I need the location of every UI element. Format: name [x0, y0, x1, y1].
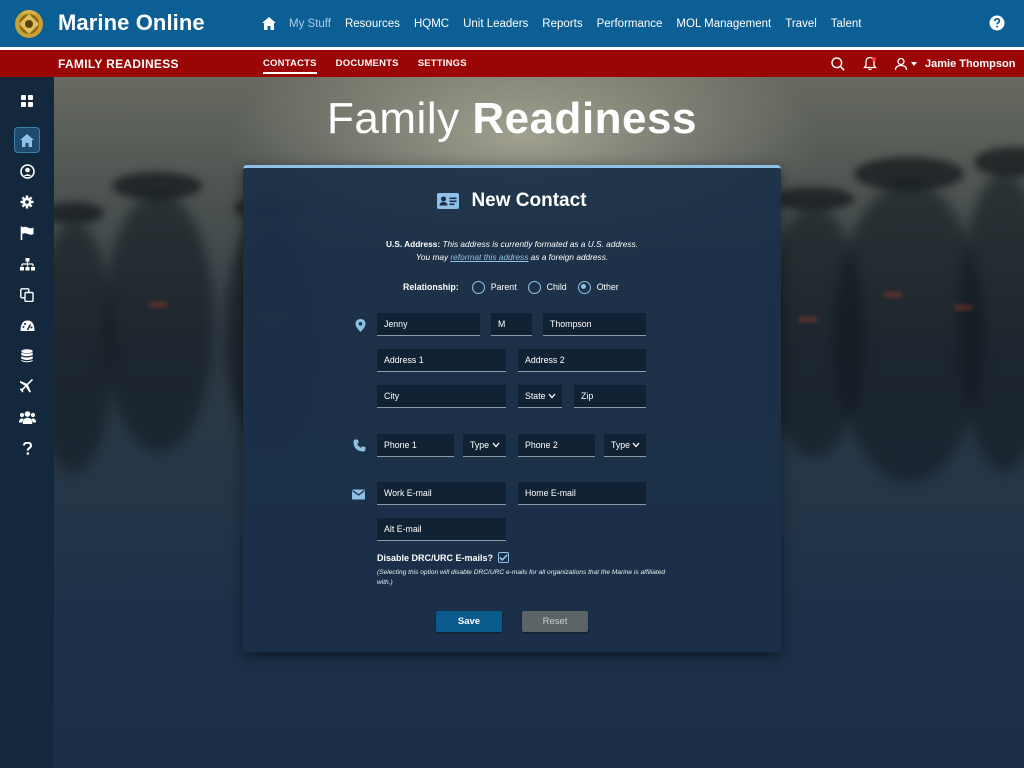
question-icon[interactable] — [14, 435, 40, 461]
users-icon[interactable] — [14, 404, 40, 430]
main-nav: My Stuff Resources HQMC Unit Leaders Rep… — [262, 0, 875, 47]
bell-alert-icon[interactable] — [862, 56, 878, 72]
radio-parent-label: Parent — [490, 282, 517, 292]
disable-emails-label: Disable DRC/URC E-mails? — [377, 552, 494, 563]
card-title: New Contact — [243, 190, 781, 212]
radio-parent[interactable] — [471, 280, 485, 294]
airplane-icon[interactable] — [14, 373, 40, 399]
address-note-text: This address is currently formated as a … — [440, 239, 638, 249]
address2-field[interactable]: Address 2 — [518, 349, 646, 372]
nav-mol-management[interactable]: MOL Management — [676, 18, 771, 30]
chevron-down-icon — [548, 393, 556, 399]
chevron-down-icon — [632, 442, 640, 448]
map-marker-icon — [355, 319, 366, 332]
dashboard-gauge-icon[interactable] — [14, 313, 40, 339]
disable-emails-note: (Selecting this option will disable DRC/… — [377, 569, 666, 586]
relationship-child-option[interactable]: Child — [527, 280, 567, 294]
radio-child-label: Child — [546, 282, 567, 292]
reformat-address-link[interactable]: reformat this address — [450, 252, 528, 262]
phone2-type-select[interactable]: Type — [604, 434, 646, 457]
database-icon[interactable] — [14, 343, 40, 369]
middle-initial-field[interactable]: M — [491, 313, 532, 336]
state-select[interactable]: State — [518, 385, 562, 408]
phone-icon — [353, 439, 366, 452]
relationship-other-option[interactable]: Other — [577, 280, 619, 294]
state-select-value: State — [525, 391, 546, 401]
nav-unit-leaders[interactable]: Unit Leaders — [463, 18, 528, 30]
relationship-label: Relationship: — [403, 282, 459, 292]
radio-other[interactable] — [577, 280, 591, 294]
module-bar: FAMILY READINESS CONTACTS DOCUMENTS SETT… — [0, 50, 1024, 77]
page-title-bold: Readiness — [472, 94, 697, 143]
gear-icon[interactable] — [14, 189, 40, 215]
caret-down-icon[interactable] — [911, 61, 917, 66]
phone2-type-value: Type — [611, 440, 631, 450]
disable-emails-checkbox[interactable] — [498, 552, 510, 563]
envelope-icon — [352, 489, 365, 500]
search-icon[interactable] — [830, 56, 846, 72]
copy-icon[interactable] — [14, 282, 40, 308]
address-format-note: U.S. Address: This address is currently … — [243, 238, 781, 264]
usmc-emblem-icon[interactable] — [11, 5, 47, 41]
page-title-light: Family — [327, 94, 460, 143]
phone1-type-value: Type — [470, 440, 490, 450]
phone1-field[interactable]: Phone 1 — [377, 434, 454, 457]
radio-other-label: Other — [596, 282, 619, 292]
nav-talent[interactable]: Talent — [831, 18, 862, 30]
left-sidebar — [0, 77, 54, 768]
checkmark-icon — [499, 554, 508, 561]
app-title[interactable]: Marine Online — [58, 10, 205, 36]
nav-resources[interactable]: Resources — [345, 18, 400, 30]
nav-reports[interactable]: Reports — [542, 18, 582, 30]
tab-settings[interactable]: SETTINGS — [418, 58, 467, 69]
phone1-type-select[interactable]: Type — [463, 434, 506, 457]
alt-email-field[interactable]: Alt E-mail — [377, 518, 506, 541]
top-navigation-bar: Marine Online My Stuff Resources HQMC Un… — [0, 0, 1024, 47]
org-chart-icon[interactable] — [14, 251, 40, 277]
tab-documents[interactable]: DOCUMENTS — [336, 58, 399, 69]
home-icon[interactable] — [262, 16, 278, 32]
new-contact-card: New Contact U.S. Address: This address i… — [243, 165, 781, 652]
user-circle-icon[interactable] — [14, 158, 40, 184]
city-field[interactable]: City — [377, 385, 506, 408]
work-email-field[interactable]: Work E-mail — [377, 482, 506, 505]
zip-field[interactable]: Zip — [574, 385, 646, 408]
nav-my-stuff[interactable]: My Stuff — [289, 18, 331, 30]
help-circle-icon[interactable] — [989, 15, 1005, 31]
address-note-post: as a foreign address. — [528, 252, 609, 262]
nav-travel[interactable]: Travel — [785, 18, 817, 30]
user-icon[interactable] — [893, 56, 909, 72]
nav-hqmc[interactable]: HQMC — [414, 18, 449, 30]
first-name-field[interactable]: Jenny — [377, 313, 480, 336]
address-note-pre: You may — [415, 252, 451, 262]
save-button[interactable]: Save — [436, 611, 502, 632]
relationship-parent-option[interactable]: Parent — [471, 280, 517, 294]
home-email-field[interactable]: Home E-mail — [518, 482, 646, 505]
flag-icon[interactable] — [14, 220, 40, 246]
contact-card-icon — [437, 193, 460, 209]
reset-button[interactable]: Reset — [522, 611, 588, 632]
address-note-label: U.S. Address: — [386, 239, 441, 249]
chevron-down-icon — [492, 442, 500, 448]
address1-field[interactable]: Address 1 — [377, 349, 506, 372]
disable-emails-row: Disable DRC/URC E-mails? — [377, 552, 510, 563]
tab-contacts[interactable]: CONTACTS — [263, 58, 317, 74]
user-name[interactable]: Jamie Thompson — [925, 58, 1015, 70]
card-title-text: New Contact — [471, 190, 587, 211]
user-tools: Jamie Thompson — [830, 50, 1015, 77]
relationship-group: Relationship: Parent Child Other — [403, 279, 630, 295]
radio-child[interactable] — [527, 280, 541, 294]
last-name-field[interactable]: Thompson — [543, 313, 646, 336]
nav-performance[interactable]: Performance — [597, 18, 663, 30]
page-title: Family Readiness — [0, 94, 1024, 144]
phone2-field[interactable]: Phone 2 — [518, 434, 595, 457]
module-title[interactable]: FAMILY READINESS — [58, 57, 179, 71]
module-tabs: CONTACTS DOCUMENTS SETTINGS — [263, 50, 486, 77]
